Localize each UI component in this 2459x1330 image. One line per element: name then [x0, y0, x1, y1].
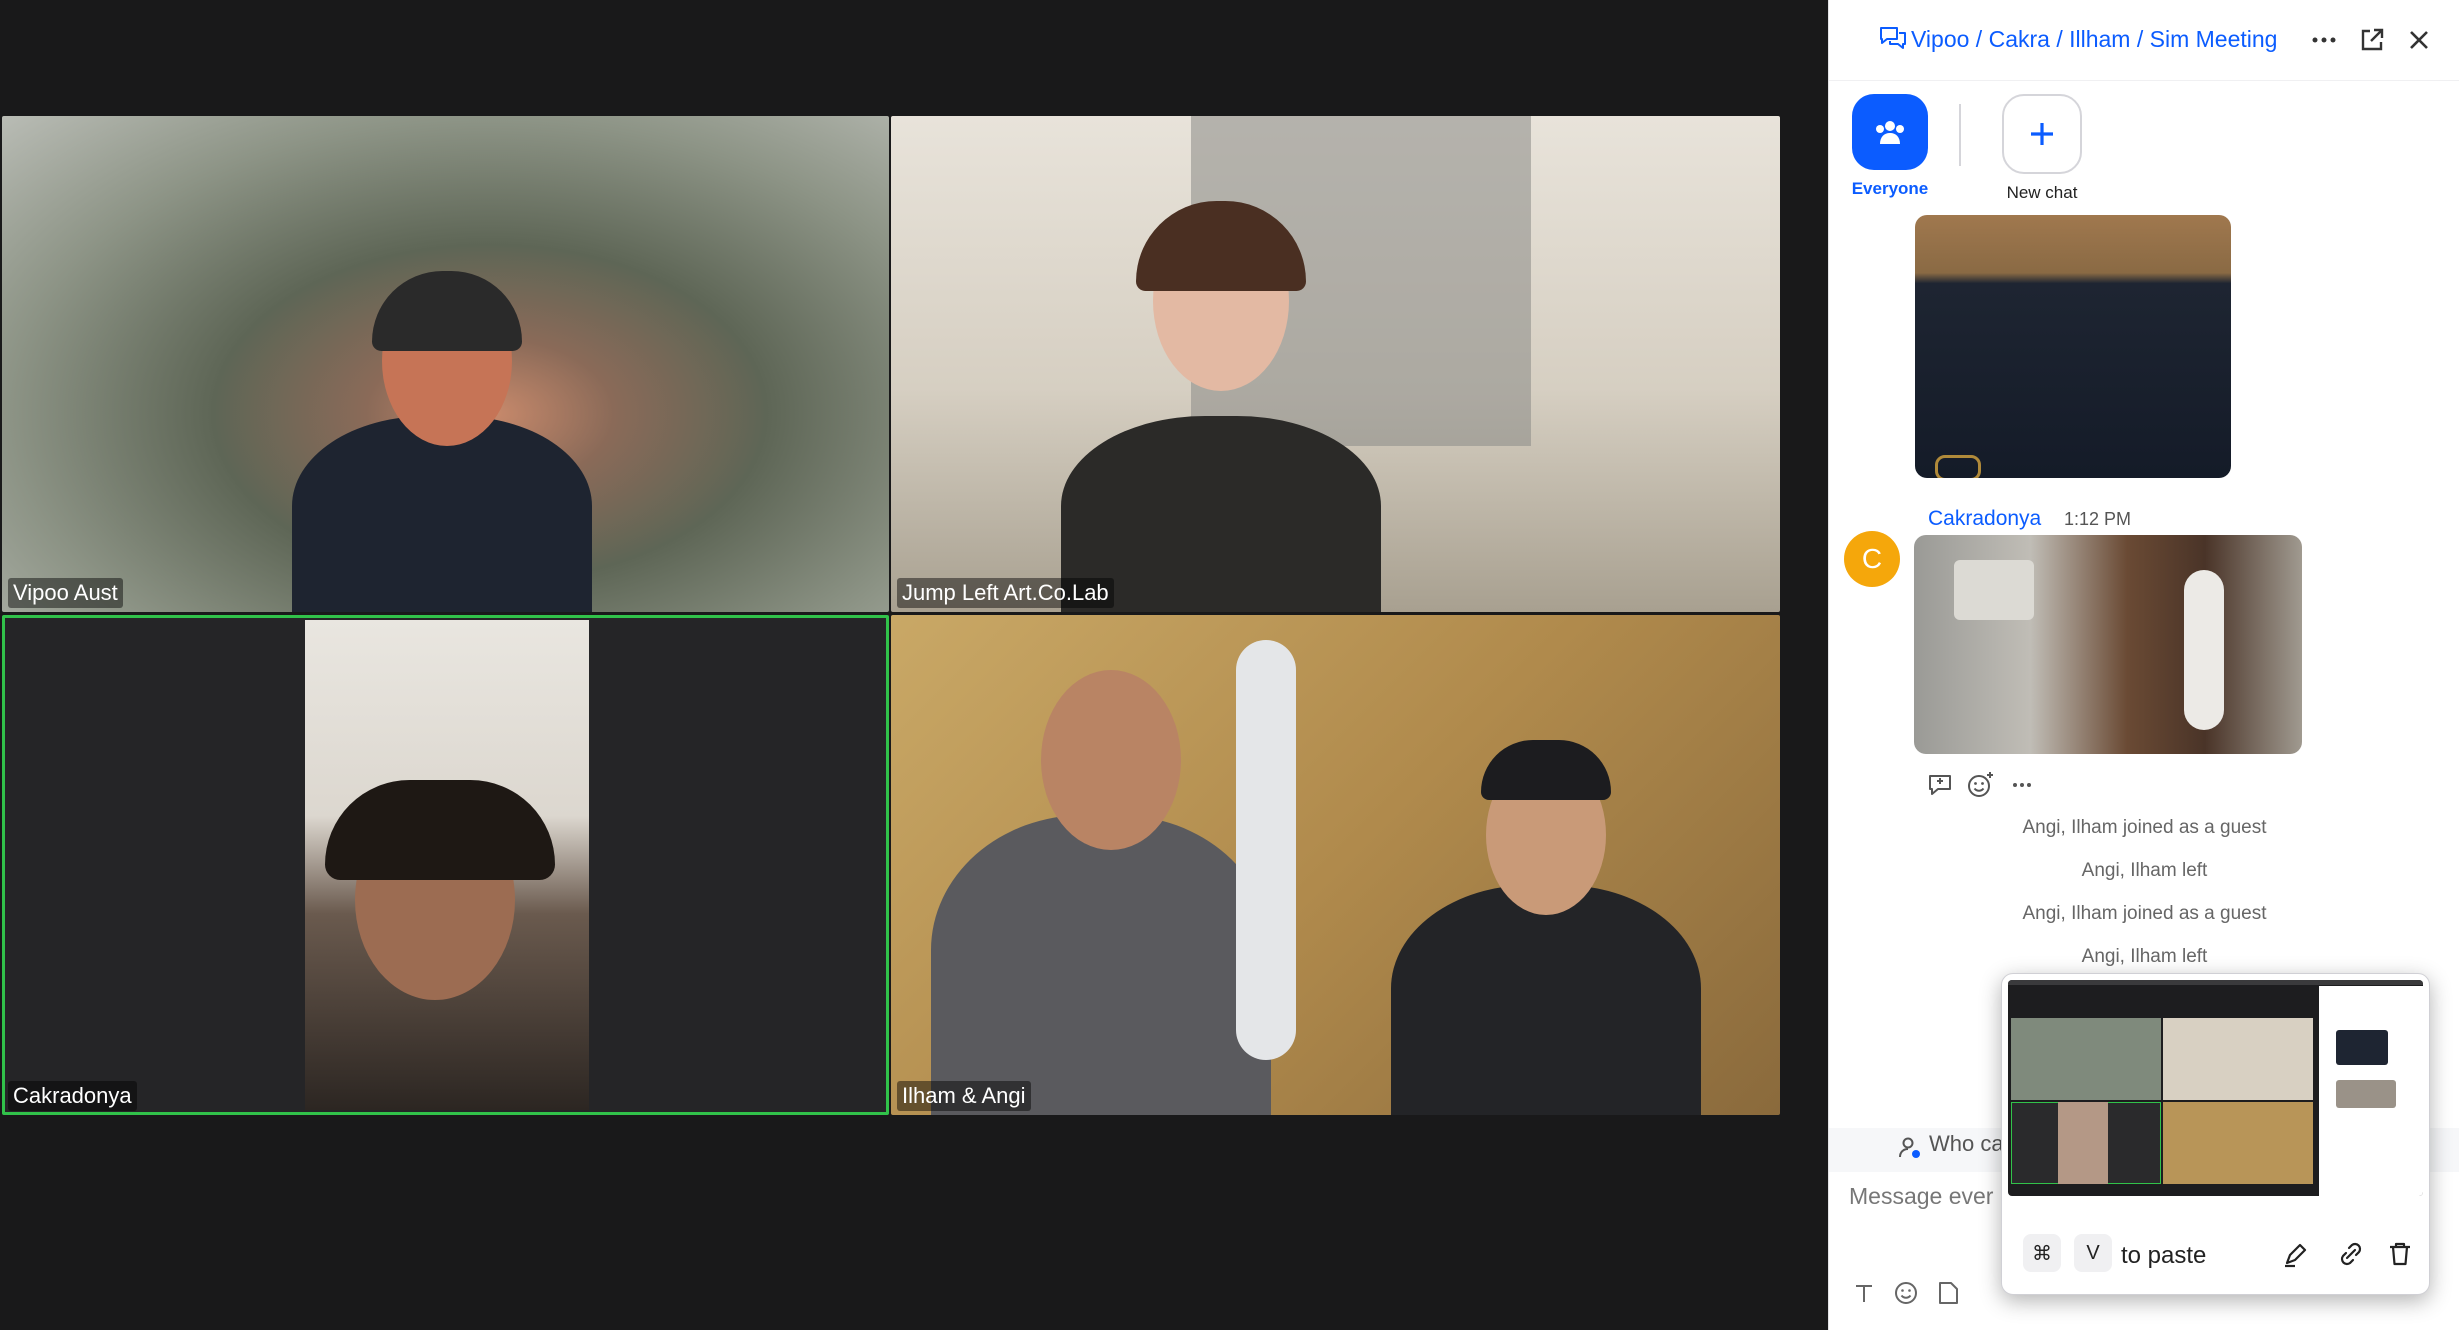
robot-head-shape — [1954, 560, 2034, 620]
chat-title[interactable]: Vipoo / Cakra / Illham / Sim Meeting — [1911, 26, 2277, 53]
headscarf — [1481, 740, 1611, 800]
recipient-new-chat[interactable]: New chat — [1979, 94, 2105, 203]
system-message: Angi, Ilham joined as a guest — [2022, 817, 2267, 838]
avatar[interactable]: C — [1844, 531, 1900, 587]
participant-body — [1391, 885, 1701, 1115]
recipient-divider — [1959, 104, 1961, 166]
participant-video — [305, 620, 589, 1110]
reply-icon[interactable] — [1925, 770, 1955, 800]
emoji-reaction-icon[interactable] — [1965, 770, 1995, 800]
thumb-image — [2336, 1080, 2396, 1108]
message-sender[interactable]: Cakradonya — [1928, 507, 2041, 531]
video-tile-vipoo[interactable]: Vipoo Aust — [2, 116, 889, 612]
recipient-label: Everyone — [1851, 179, 1929, 198]
more-icon[interactable] — [2310, 26, 2338, 54]
person-lock-icon — [1899, 1137, 1920, 1158]
chat-header: Vipoo / Cakra / Illham / Sim Meeting — [1829, 0, 2459, 81]
who-can-see-label[interactable]: Who ca — [1929, 1131, 2004, 1157]
emoji-icon[interactable] — [1891, 1278, 1921, 1308]
thumb-tile — [2163, 1102, 2313, 1184]
close-icon[interactable] — [2405, 26, 2433, 54]
participant-name: Ilham & Angi — [897, 1081, 1031, 1111]
screenshot-thumbnail[interactable] — [2008, 980, 2423, 1196]
clipboard-paste-popup[interactable]: ⌘ V to paste — [2001, 973, 2430, 1295]
popout-icon[interactable] — [2358, 26, 2386, 54]
robot-body-shape — [2184, 570, 2224, 730]
file-icon[interactable] — [1933, 1278, 1963, 1308]
participant-name: Jump Left Art.Co.Lab — [897, 578, 1114, 608]
video-tile-jump-left[interactable]: Jump Left Art.Co.Lab — [891, 116, 1780, 612]
video-gallery: Vipoo Aust Jump Left Art.Co.Lab Cakradon… — [0, 0, 1827, 1330]
command-key: ⌘ — [2023, 1234, 2061, 1272]
participant-head — [1041, 670, 1181, 850]
system-message: Angi, Ilham left — [2081, 946, 2208, 967]
headphones-band — [372, 271, 522, 351]
v-key: V — [2074, 1234, 2112, 1272]
participant-name: Vipoo Aust — [8, 578, 123, 608]
recipient-label: New chat — [2006, 183, 2078, 202]
link-icon[interactable] — [2336, 1239, 2366, 1269]
thumb-tile — [2163, 1018, 2313, 1100]
paste-hint: to paste — [2121, 1242, 2207, 1269]
thumb-tile — [2011, 1018, 2161, 1100]
system-message: Angi, Ilham joined as a guest — [2022, 903, 2267, 924]
plus-icon — [2002, 94, 2082, 174]
scissors-shape — [1935, 455, 1981, 478]
participant-body — [931, 815, 1271, 1115]
chat-bubbles-icon — [1880, 27, 1906, 49]
message-input[interactable]: Message ever — [1849, 1183, 1993, 1210]
trash-icon[interactable] — [2385, 1239, 2415, 1269]
video-tile-cakradonya[interactable]: Cakradonya — [2, 615, 889, 1115]
text-format-icon[interactable] — [1849, 1278, 1879, 1308]
markup-pen-icon[interactable] — [2281, 1239, 2311, 1269]
everyone-icon — [1852, 94, 1928, 170]
shared-image-robots[interactable] — [1914, 535, 2302, 754]
thumb-portrait — [2058, 1102, 2108, 1184]
thumb-image — [2336, 1030, 2388, 1065]
thumb-menubar — [2008, 980, 2423, 985]
recipient-everyone[interactable]: Everyone — [1848, 94, 1932, 199]
participant-hair — [325, 780, 555, 880]
shared-image-fabric[interactable] — [1915, 215, 2231, 478]
more-options-icon[interactable] — [2007, 770, 2037, 800]
robot-sculpture — [1236, 640, 1296, 1060]
message-time: 1:12 PM — [2064, 509, 2132, 529]
system-message: Angi, Ilham left — [2081, 860, 2208, 881]
participant-name: Cakradonya — [8, 1081, 137, 1111]
video-tile-ilham-angi[interactable]: Ilham & Angi — [891, 615, 1780, 1115]
